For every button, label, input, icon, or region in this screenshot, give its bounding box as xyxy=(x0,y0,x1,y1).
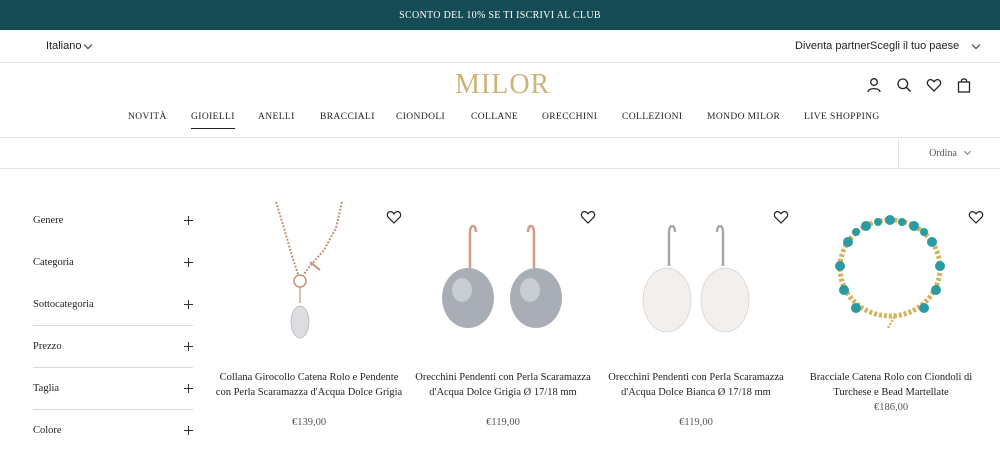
promo-banner[interactable]: SCONTO DEL 10% SE TI ISCRIVI AL CLUB xyxy=(0,0,1000,30)
product-name: Orecchini Pendenti con Perla Scaramazza … xyxy=(415,372,591,398)
wishlist-heart-icon[interactable] xyxy=(773,210,789,224)
header-icons xyxy=(866,77,972,93)
nav-item-anelli[interactable]: ANELLI xyxy=(258,112,295,122)
filter-categoria[interactable]: Categoria xyxy=(33,242,193,284)
filter-label: Categoria xyxy=(33,257,74,268)
chevron-down-icon xyxy=(972,40,981,49)
country-label: Scegli il tuo paese xyxy=(870,40,960,52)
product-price: €139,00 xyxy=(291,417,327,428)
main-navigation: NOVITÀ GIOIELLI ANELLI BRACCIALI CIONDOL… xyxy=(0,112,1000,138)
product-name: Orecchini Pendenti con Perla Scaramazza … xyxy=(608,372,784,398)
filter-panel: Genere Categoria Sottocategoria Prezzo T… xyxy=(33,200,193,452)
language-label: Italiano xyxy=(46,40,82,52)
nav-item-collezioni[interactable]: COLLEZIONI xyxy=(622,112,682,122)
filter-colore[interactable]: Colore xyxy=(33,410,193,452)
promo-text: SCONTO DEL 10% SE TI ISCRIVI AL CLUB xyxy=(399,9,601,21)
account-icon[interactable] xyxy=(866,77,882,93)
product-name: Collana Girocollo Catena Rolo e Pendente… xyxy=(215,372,403,398)
plus-icon xyxy=(184,216,193,225)
product-image-turquoise-bracelet xyxy=(835,215,945,329)
product-card[interactable]: Bracciale Catena Rolo con Ciondoli di Tu… xyxy=(796,198,986,438)
filter-sottocategoria[interactable]: Sottocategoria xyxy=(33,284,193,326)
product-image-necklace xyxy=(275,201,343,339)
wishlist-icon[interactable] xyxy=(926,77,942,93)
plus-icon xyxy=(184,384,193,393)
nav-item-gioielli[interactable]: GIOIELLI xyxy=(191,112,235,129)
product-card[interactable]: Orecchini Pendenti con Perla Scaramazza … xyxy=(601,198,791,438)
product-price: €186,00 xyxy=(873,402,909,413)
product-price: €119,00 xyxy=(679,417,713,428)
search-icon[interactable] xyxy=(896,77,912,93)
utility-bar: Italiano Diventa partner Scegli il tuo p… xyxy=(0,30,1000,63)
nav-item-novita[interactable]: NOVITÀ xyxy=(128,112,167,122)
filter-taglia[interactable]: Taglia xyxy=(33,368,193,410)
nav-item-collane[interactable]: COLLANE xyxy=(471,112,518,122)
wishlist-heart-icon[interactable] xyxy=(386,210,402,224)
filter-label: Genere xyxy=(33,215,64,226)
wishlist-heart-icon[interactable] xyxy=(580,210,596,224)
filter-label: Prezzo xyxy=(33,341,62,352)
wishlist-heart-icon[interactable] xyxy=(968,210,984,224)
product-image-grey-earrings xyxy=(442,224,562,328)
cart-bag-icon[interactable] xyxy=(956,77,972,93)
plus-icon xyxy=(184,258,193,267)
plus-icon xyxy=(184,342,193,351)
nav-item-live-shopping[interactable]: LIVE SHOPPING xyxy=(804,112,880,122)
plus-icon xyxy=(184,300,193,309)
filter-label: Taglia xyxy=(33,383,60,394)
filter-label: Colore xyxy=(33,425,62,436)
product-card[interactable]: Orecchini Pendenti con Perla Scaramazza … xyxy=(408,198,598,438)
sort-dropdown[interactable]: Ordina xyxy=(898,138,1000,168)
language-selector[interactable]: Italiano xyxy=(46,40,93,52)
sort-label: Ordina xyxy=(929,147,957,159)
brand-logo[interactable]: MILOR xyxy=(455,68,549,102)
chevron-down-icon xyxy=(84,40,93,49)
product-card[interactable]: Collana Girocollo Catena Rolo e Pendente… xyxy=(214,198,404,438)
product-name: Bracciale Catena Rolo con Ciondoli di Tu… xyxy=(809,372,973,398)
become-partner-link[interactable]: Diventa partner xyxy=(795,40,870,52)
product-price: €119,00 xyxy=(486,417,520,428)
nav-item-ciondoli[interactable]: CIONDOLI xyxy=(396,112,445,122)
product-image-white-earrings xyxy=(642,224,750,333)
filter-label: Sottocategoria xyxy=(33,299,94,310)
country-selector[interactable]: Scegli il tuo paese xyxy=(870,40,981,52)
nav-item-orecchini[interactable]: ORECCHINI xyxy=(542,112,597,122)
filter-genere[interactable]: Genere xyxy=(33,200,193,242)
chevron-down-icon xyxy=(963,147,971,156)
filter-prezzo[interactable]: Prezzo xyxy=(33,326,193,368)
nav-item-mondo-milor[interactable]: MONDO MILOR xyxy=(707,112,780,122)
nav-item-bracciali[interactable]: BRACCIALI xyxy=(320,112,375,122)
sort-bar: Ordina xyxy=(0,137,1000,169)
plus-icon xyxy=(184,426,193,435)
